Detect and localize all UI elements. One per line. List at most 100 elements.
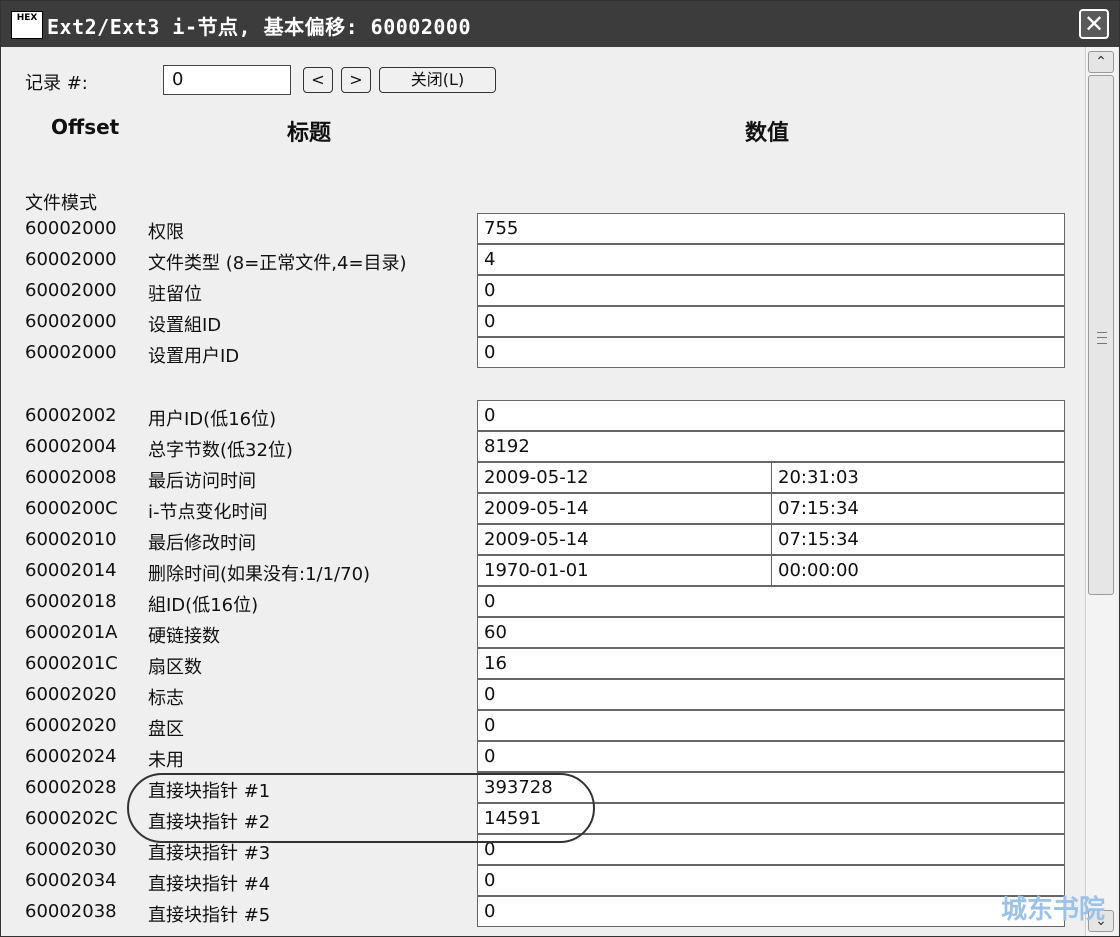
row-time-field[interactable]: 07:15:34 — [771, 524, 1065, 555]
table-row: 60002014 删除时间(如果没有:1/1/70) 1970-01-01 00… — [3, 555, 1085, 586]
row-offset: 60002002 — [25, 405, 117, 426]
row-offset: 60002000 — [25, 249, 117, 270]
row-value-field[interactable]: 755 — [477, 213, 1065, 244]
section-label: 文件模式 — [25, 193, 97, 214]
row-offset: 60002000 — [25, 311, 117, 332]
scroll-up-arrow-icon[interactable]: ⌃ — [1088, 51, 1114, 73]
row-offset: 60002014 — [25, 560, 117, 581]
row-title: 设置組ID — [148, 315, 222, 336]
hex-app-icon: HEX — [11, 11, 43, 39]
row-offset: 6000202C — [25, 808, 118, 829]
row-title: 直接块指针 #5 — [148, 905, 271, 926]
table-row: 60002034 直接块指针 #4 0 — [3, 865, 1085, 896]
row-time-field[interactable]: 00:00:00 — [771, 555, 1065, 586]
table-row: 60002038 直接块指针 #5 0 — [3, 896, 1085, 927]
row-title: 盘区 — [148, 719, 184, 740]
row-title: 用户ID(低16位) — [148, 409, 277, 430]
table-row: 60002008 最后访问时间 2009-05-12 20:31:03 — [3, 462, 1085, 493]
row-value-field[interactable]: 0 — [477, 896, 1065, 927]
row-offset: 60002008 — [25, 467, 117, 488]
row-title: 删除时间(如果没有:1/1/70) — [148, 564, 371, 585]
row-title: 标志 — [148, 688, 184, 709]
next-record-button[interactable]: > — [341, 67, 371, 93]
table-row: 6000201A 硬链接数 60 — [3, 617, 1085, 648]
row-offset: 60002000 — [25, 342, 117, 363]
close-button[interactable]: 关闭(L) — [379, 67, 496, 93]
row-title: 最后修改时间 — [148, 533, 256, 554]
row-title: 总字节数(低32位) — [148, 440, 293, 461]
title-bar[interactable]: HEX Ext2/Ext3 i-节点, 基本偏移: 60002000 ✕ — [1, 1, 1119, 47]
row-value-field[interactable]: 0 — [477, 865, 1065, 896]
row-offset: 60002020 — [25, 715, 117, 736]
table-row: 60002000 文件类型 (8=正常文件,4=目录) 4 — [3, 244, 1085, 275]
row-date-field[interactable]: 1970-01-01 — [477, 555, 772, 586]
table-row: 60002020 盘区 0 — [3, 710, 1085, 741]
row-time-field[interactable]: 07:15:34 — [771, 493, 1065, 524]
row-value-field[interactable]: 16 — [477, 648, 1065, 679]
row-offset: 60002010 — [25, 529, 117, 550]
close-window-button[interactable]: ✕ — [1079, 9, 1109, 39]
row-title: 设置用户ID — [148, 346, 240, 367]
inode-dialog: HEX Ext2/Ext3 i-节点, 基本偏移: 60002000 ✕ 记录 … — [0, 0, 1120, 937]
row-value-field[interactable]: 0 — [477, 586, 1065, 617]
row-value-field[interactable]: 0 — [477, 679, 1065, 710]
row-offset: 60002000 — [25, 280, 117, 301]
row-title: 硬链接数 — [148, 626, 220, 647]
row-title: 直接块指针 #4 — [148, 874, 271, 895]
row-offset: 60002038 — [25, 901, 117, 922]
row-value-field[interactable]: 0 — [477, 337, 1065, 368]
row-value-field[interactable]: 4 — [477, 244, 1065, 275]
table-row: 60002000 设置用户ID 0 — [3, 337, 1085, 368]
row-value-field[interactable]: 0 — [477, 741, 1065, 772]
row-value-field[interactable]: 0 — [477, 710, 1065, 741]
grip-icon — [1097, 332, 1107, 344]
row-title: 驻留位 — [148, 284, 202, 305]
record-label: 记录 #: — [25, 73, 88, 94]
row-value-field[interactable]: 0 — [477, 306, 1065, 337]
direct-block-pointer-highlight — [127, 773, 595, 843]
table-row: 60002000 权限 755 — [3, 213, 1085, 244]
row-title: 文件类型 (8=正常文件,4=目录) — [148, 253, 407, 274]
table-row: 60002020 标志 0 — [3, 679, 1085, 710]
row-title: 最后访问时间 — [148, 471, 256, 492]
watermark: 城东书院 — [1001, 895, 1106, 925]
table-row: 60002018 組ID(低16位) 0 — [3, 586, 1085, 617]
row-title: 組ID(低16位) — [148, 595, 259, 616]
vertical-scrollbar[interactable]: ⌃ ⌄ — [1085, 47, 1117, 936]
scrollbar-thumb[interactable] — [1088, 75, 1114, 595]
row-offset: 60002024 — [25, 746, 117, 767]
table-row: 6000200C i-节点变化时间 2009-05-14 07:15:34 — [3, 493, 1085, 524]
row-offset: 60002028 — [25, 777, 117, 798]
row-title: 未用 — [148, 750, 184, 771]
row-title: 权限 — [148, 222, 184, 243]
row-value-field[interactable]: 8192 — [477, 431, 1065, 462]
row-date-field[interactable]: 2009-05-12 — [477, 462, 772, 493]
previous-record-button[interactable]: < — [303, 67, 333, 93]
row-title: 扇区数 — [148, 657, 202, 678]
row-offset: 60002034 — [25, 870, 117, 891]
row-offset: 6000201A — [25, 622, 118, 643]
table-row: 60002010 最后修改时间 2009-05-14 07:15:34 — [3, 524, 1085, 555]
row-time-field[interactable]: 20:31:03 — [771, 462, 1065, 493]
row-offset: 60002030 — [25, 839, 117, 860]
table-row: 60002002 用户ID(低16位) 0 — [3, 400, 1085, 431]
row-offset: 60002020 — [25, 684, 117, 705]
close-icon: ✕ — [1083, 10, 1105, 38]
window-title: Ext2/Ext3 i-节点, 基本偏移: 60002000 — [47, 15, 471, 39]
dialog-content: 记录 #: 0 < > 关闭(L) Offset 标题 数值 文件模式 6000… — [3, 47, 1085, 936]
row-title: i-节点变化时间 — [148, 502, 268, 523]
row-date-field[interactable]: 2009-05-14 — [477, 493, 772, 524]
row-offset: 60002004 — [25, 436, 117, 457]
table-row: 60002004 总字节数(低32位) 8192 — [3, 431, 1085, 462]
column-header-value: 数值 — [745, 121, 790, 146]
row-value-field[interactable]: 0 — [477, 400, 1065, 431]
table-row: 6000201C 扇区数 16 — [3, 648, 1085, 679]
row-offset: 60002000 — [25, 218, 117, 239]
column-header-title: 标题 — [287, 121, 332, 146]
table-row: 60002000 设置組ID 0 — [3, 306, 1085, 337]
row-value-field[interactable]: 0 — [477, 275, 1065, 306]
row-date-field[interactable]: 2009-05-14 — [477, 524, 772, 555]
record-input[interactable]: 0 — [163, 65, 291, 95]
row-value-field[interactable]: 60 — [477, 617, 1065, 648]
table-row: 60002024 未用 0 — [3, 741, 1085, 772]
